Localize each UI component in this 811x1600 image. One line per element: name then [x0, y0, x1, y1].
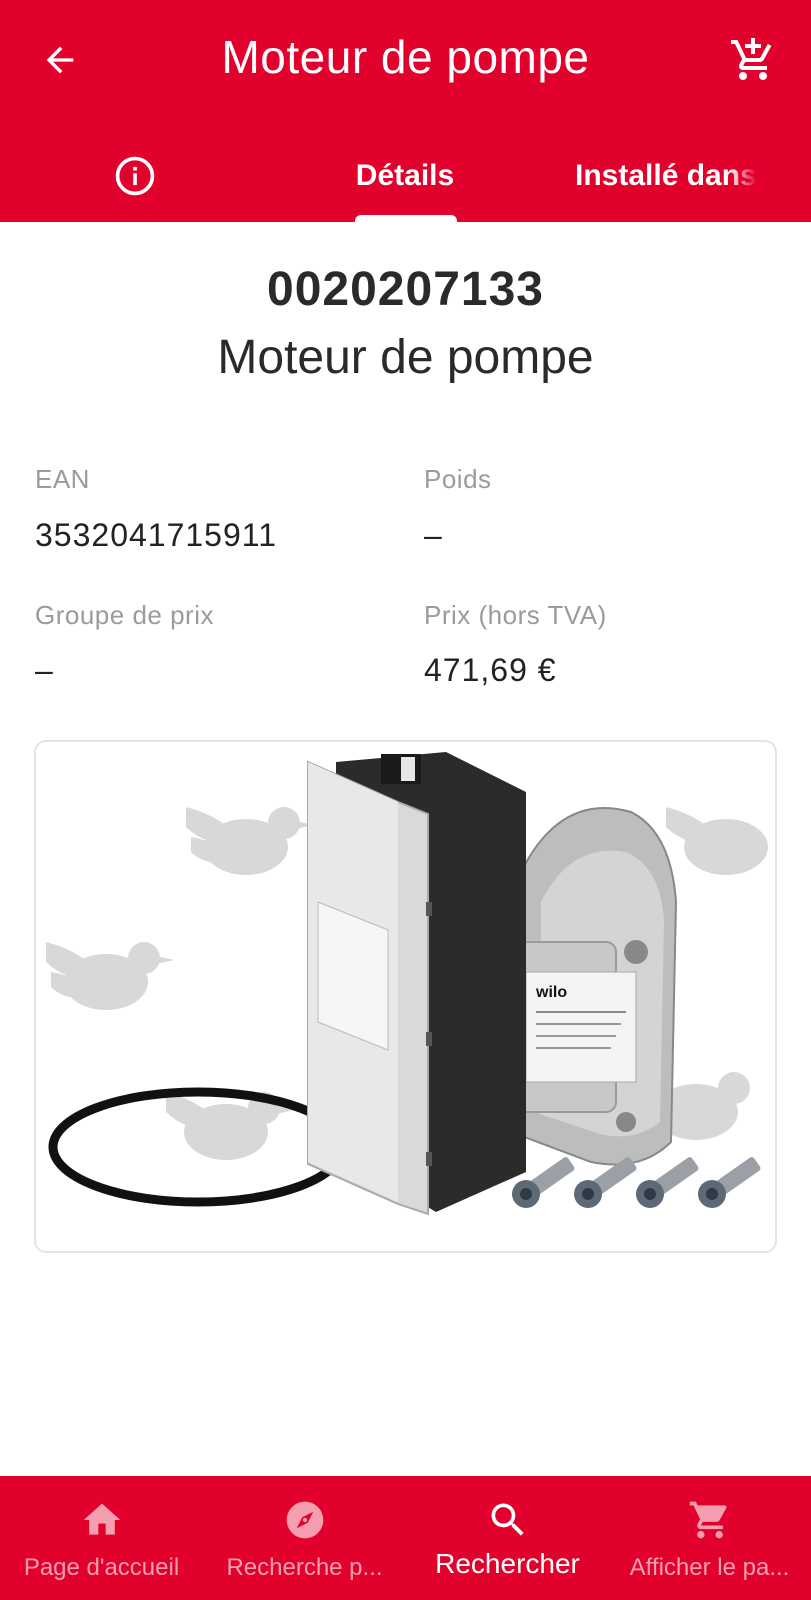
ean-value: 3532041715911 [35, 517, 277, 553]
bottom-navigation: Page d'accueil Recherche p... Rechercher… [0, 1476, 811, 1600]
product-name: Moteur de pompe [217, 331, 594, 384]
nav-cart-label: Afficher le pa... [629, 1554, 790, 1581]
nav-explore[interactable]: Recherche p... [203, 1476, 406, 1600]
home-icon [78, 1496, 126, 1544]
page-title: Moteur de pompe [221, 31, 590, 83]
nav-cart[interactable]: Afficher le pa... [608, 1476, 811, 1600]
nav-search[interactable]: Rechercher [406, 1476, 609, 1600]
ean-label: EAN [35, 464, 90, 494]
tab-info[interactable] [90, 130, 180, 222]
cart-icon [686, 1496, 734, 1544]
product-code: 0020207133 [267, 263, 544, 316]
search-icon [484, 1496, 532, 1544]
tab-installed-in[interactable]: Installé dans [560, 130, 811, 222]
tab-installed-in-label: Installé dans [575, 159, 757, 192]
price-group-label: Groupe de prix [35, 600, 214, 630]
weight-label: Poids [424, 464, 492, 494]
tab-bar: Détails Installé dans [0, 130, 811, 222]
tab-details[interactable]: Détails [340, 130, 470, 222]
active-tab-indicator [355, 215, 457, 222]
cart-add-icon [731, 38, 772, 80]
info-icon [115, 156, 155, 196]
product-photo: wilo [46, 752, 768, 1216]
compass-icon [281, 1496, 329, 1544]
tab-details-label: Détails [355, 159, 455, 192]
price-group-value: – [35, 652, 54, 688]
nav-home-label: Page d'accueil [23, 1554, 180, 1581]
add-to-cart-button[interactable] [727, 34, 779, 86]
nav-search-label: Rechercher [435, 1548, 580, 1579]
price-value: 471,69 € [424, 652, 557, 688]
brand-text: wilo [535, 984, 567, 1001]
product-image[interactable]: wilo [34, 740, 777, 1253]
app-header: Moteur de pompe Détails Installé dans [0, 0, 811, 222]
nav-home[interactable]: Page d'accueil [0, 1476, 203, 1600]
price-label: Prix (hors TVA) [424, 600, 607, 630]
nav-explore-label: Recherche p... [226, 1554, 383, 1581]
weight-value: – [424, 517, 443, 553]
